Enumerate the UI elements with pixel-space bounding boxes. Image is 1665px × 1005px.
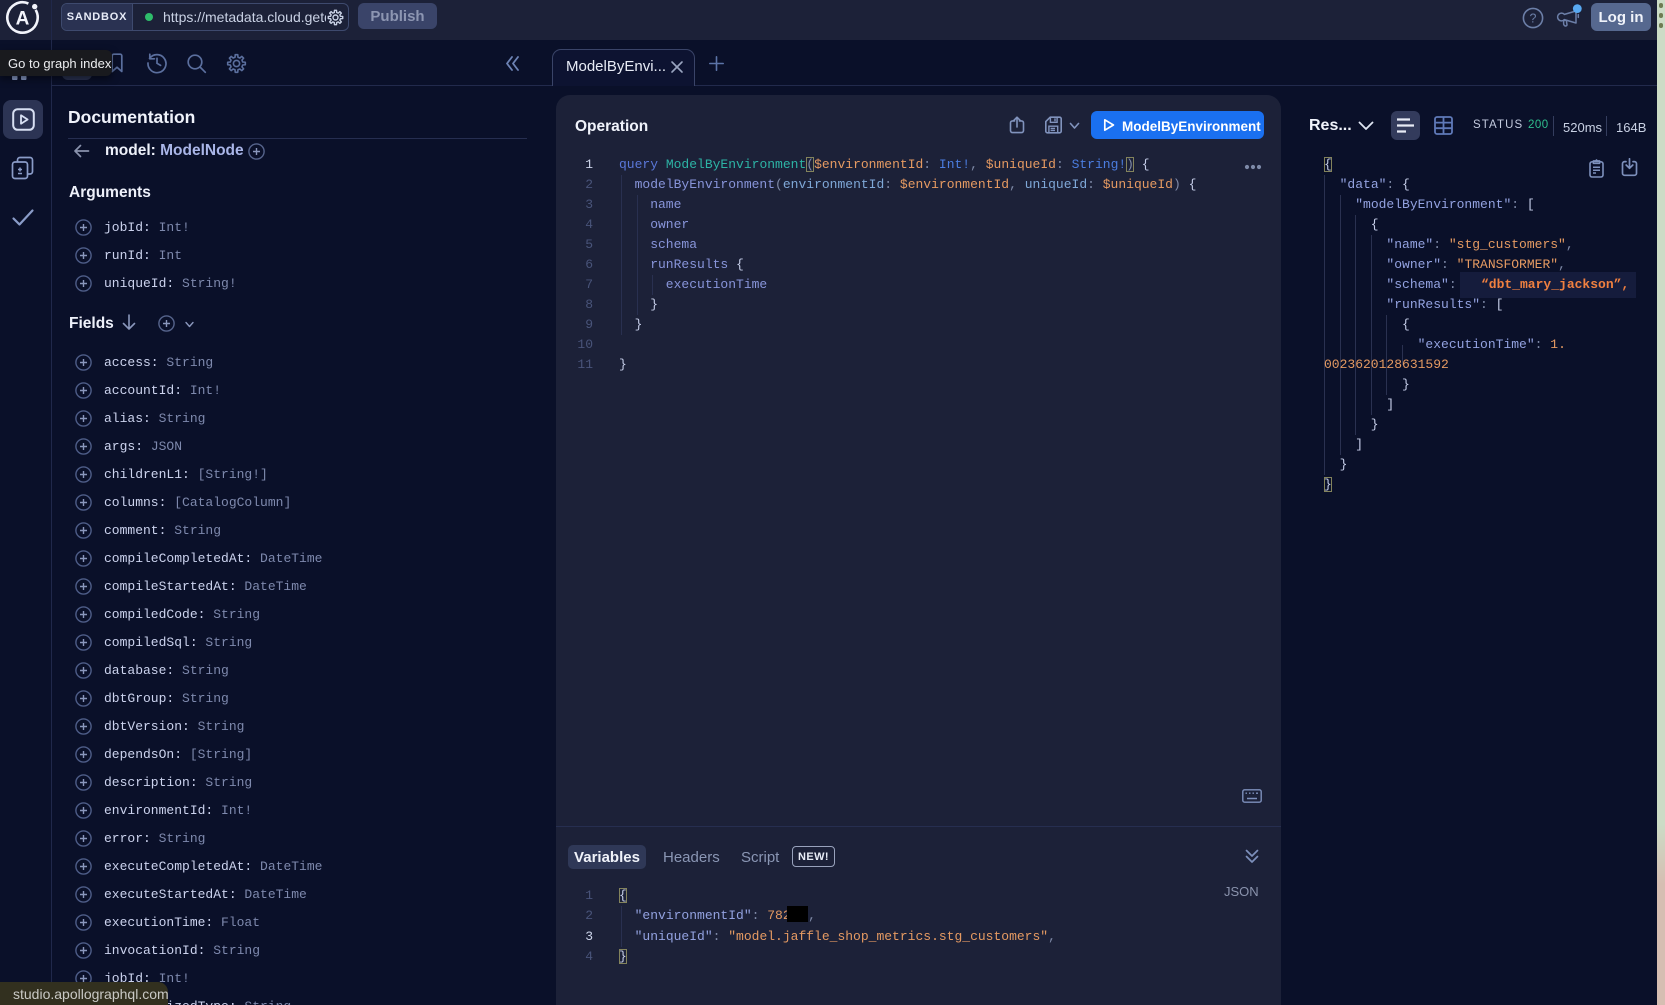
svg-text:?: ? [1530,11,1537,25]
svg-text:A: A [16,9,30,30]
